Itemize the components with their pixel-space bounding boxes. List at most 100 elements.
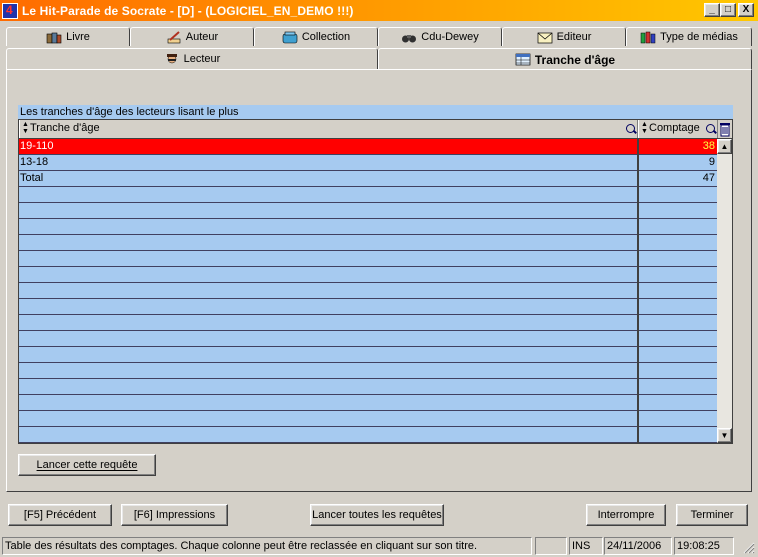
table-row[interactable]: [19, 187, 717, 203]
envelope-icon: [537, 31, 553, 44]
tab-lecteur[interactable]: Lecteur: [6, 48, 378, 69]
status-empty-cell: [535, 537, 567, 555]
table-row[interactable]: [19, 347, 717, 363]
cell-tranche: [19, 315, 638, 331]
tab-label: Livre: [66, 31, 90, 43]
table-row[interactable]: [19, 379, 717, 395]
sort-icon: ▲ ▼: [641, 121, 648, 135]
table-row[interactable]: Total 47: [19, 171, 717, 187]
pen-icon: [166, 30, 182, 44]
status-mode: INS: [569, 537, 603, 555]
table-row[interactable]: [19, 395, 717, 411]
cell-tranche: [19, 251, 638, 267]
tab-editeur[interactable]: Editeur: [502, 27, 626, 46]
scroll-up-button[interactable]: ▲: [717, 139, 732, 154]
cell-tranche: [19, 379, 638, 395]
cell-comptage: [638, 347, 717, 363]
cell-comptage: [638, 315, 717, 331]
table-row[interactable]: [19, 427, 717, 443]
table-row[interactable]: 19-110 38: [19, 139, 717, 155]
title-bar: Le Hit-Parade de Socrate - [D] - (LOGICI…: [0, 0, 758, 21]
cell-comptage: [638, 331, 717, 347]
interrupt-button[interactable]: Interrompre: [586, 504, 666, 526]
cell-tranche: [19, 235, 638, 251]
column-label: Tranche d'âge: [30, 122, 100, 134]
tab-tranche-age[interactable]: Tranche d'âge: [378, 48, 752, 70]
window-title: Le Hit-Parade de Socrate - [D] - (LOGICI…: [22, 3, 354, 18]
box-icon: [282, 31, 298, 44]
cell-tranche: [19, 347, 638, 363]
cell-comptage: [638, 203, 717, 219]
tab-label: Lecteur: [183, 53, 221, 65]
minimize-button[interactable]: _: [704, 3, 720, 17]
status-time: 19:08:25: [674, 537, 734, 555]
results-grid: ▲ ▼ Tranche d'âge ▲ ▼ Comptage 19-110 38 1…: [18, 119, 733, 444]
status-message: Table des résultats des comptages. Chaqu…: [2, 537, 532, 555]
column-header-comptage[interactable]: ▲ ▼ Comptage: [638, 120, 718, 138]
cell-tranche: 19-110: [19, 139, 638, 155]
column-header-tranche[interactable]: ▲ ▼ Tranche d'âge: [19, 120, 638, 138]
trash-icon[interactable]: [719, 121, 731, 137]
cell-comptage: [638, 395, 717, 411]
cell-comptage: [638, 427, 717, 443]
tab-row-2: Lecteur Tranche d'âge: [6, 48, 752, 70]
resize-grip[interactable]: [736, 537, 756, 555]
table-row[interactable]: [19, 219, 717, 235]
table-row[interactable]: [19, 251, 717, 267]
cell-comptage: [638, 299, 717, 315]
vertical-scrollbar[interactable]: ▲ ▼: [717, 139, 732, 443]
scroll-down-button[interactable]: ▼: [717, 428, 732, 443]
search-icon[interactable]: [626, 124, 635, 133]
run-query-button[interactable]: Lancer cette requête: [18, 454, 156, 476]
maximize-button[interactable]: □: [720, 3, 736, 17]
cell-comptage: 9: [708, 156, 715, 168]
column-divider: [638, 139, 639, 443]
grid-header: ▲ ▼ Tranche d'âge ▲ ▼ Comptage: [19, 120, 732, 139]
cell-tranche: [19, 219, 638, 235]
table-row[interactable]: [19, 235, 717, 251]
binoculars-icon: [401, 31, 417, 44]
table-row[interactable]: [19, 363, 717, 379]
cell-comptage: [638, 267, 717, 283]
cell-tranche: 13-18: [19, 155, 638, 171]
table-icon: [515, 53, 531, 66]
books-icon: [46, 31, 62, 44]
tab-type-medias[interactable]: Type de médias: [626, 27, 752, 46]
tab-label: Editeur: [556, 31, 592, 43]
tab-label: Tranche d'âge: [534, 52, 616, 67]
tab-auteur[interactable]: Auteur: [130, 27, 254, 46]
app-icon: [2, 2, 18, 19]
cell-tranche: [19, 427, 638, 443]
tab-label: Type de médias: [660, 31, 738, 43]
cell-tranche: [19, 411, 638, 427]
table-row[interactable]: 13-18 9: [19, 155, 717, 171]
table-row[interactable]: [19, 267, 717, 283]
cell-tranche: [19, 187, 638, 203]
finish-button[interactable]: Terminer: [676, 504, 748, 526]
cell-comptage: [638, 379, 717, 395]
close-button[interactable]: X: [738, 3, 754, 17]
print-button[interactable]: [F6] Impressions: [121, 504, 228, 526]
status-bar: Table des résultats des comptages. Chaqu…: [0, 536, 758, 557]
table-row[interactable]: [19, 203, 717, 219]
cell-tranche: [19, 363, 638, 379]
search-icon[interactable]: [706, 124, 715, 133]
table-row[interactable]: [19, 315, 717, 331]
table-row[interactable]: [19, 283, 717, 299]
tab-cdu-dewey[interactable]: Cdu-Dewey: [378, 27, 502, 46]
previous-button[interactable]: [F5] Précédent: [8, 504, 112, 526]
table-row[interactable]: [19, 299, 717, 315]
run-all-button[interactable]: Lancer toutes les requêtes: [310, 504, 444, 526]
cell-comptage: [638, 219, 717, 235]
cell-comptage: 38: [702, 140, 715, 152]
tab-label: Auteur: [185, 31, 219, 43]
table-row[interactable]: [19, 411, 717, 427]
cell-comptage: [638, 235, 717, 251]
cell-tranche: [19, 283, 638, 299]
table-row[interactable]: [19, 331, 717, 347]
tab-collection[interactable]: Collection: [254, 27, 378, 46]
cell-comptage: [638, 187, 717, 203]
cell-tranche: [19, 299, 638, 315]
tab-livre[interactable]: Livre: [6, 27, 130, 46]
tab-label: Collection: [301, 31, 351, 43]
